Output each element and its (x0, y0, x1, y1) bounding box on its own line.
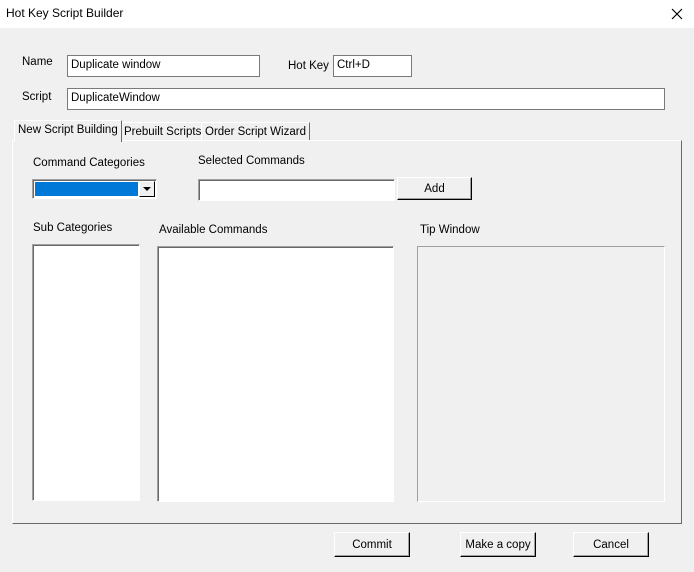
tab-prebuilt-scripts[interactable]: Prebuilt Scripts (120, 122, 206, 142)
close-icon (671, 8, 683, 20)
sub-categories-label: Sub Categories (33, 222, 113, 234)
script-field[interactable]: DuplicateWindow (67, 88, 665, 110)
command-categories-dropdown[interactable] (32, 179, 157, 199)
name-label: Name (22, 56, 53, 68)
tip-window (417, 246, 665, 502)
title-bar: Hot Key Script Builder (0, 0, 694, 28)
make-copy-button[interactable]: Make a copy (460, 532, 536, 557)
dropdown-button[interactable] (139, 181, 155, 197)
script-label: Script (22, 91, 52, 103)
close-button[interactable] (660, 0, 694, 28)
selected-commands-label: Selected Commands (198, 155, 305, 167)
window-title: Hot Key Script Builder (6, 6, 124, 20)
name-field[interactable]: Duplicate window (67, 55, 260, 77)
tab-order-script-wizard[interactable]: Order Script Wizard (201, 122, 310, 142)
command-categories-selection (35, 182, 138, 196)
command-categories-label: Command Categories (33, 157, 145, 169)
selected-commands-field[interactable] (198, 179, 395, 201)
available-commands-label: Available Commands (159, 224, 268, 236)
chevron-down-icon (143, 187, 151, 191)
available-commands-list[interactable] (157, 246, 394, 502)
tip-window-label: Tip Window (420, 224, 480, 236)
cancel-button[interactable]: Cancel (573, 532, 649, 557)
add-button[interactable]: Add (397, 177, 472, 200)
hotkey-label: Hot Key (288, 60, 329, 72)
hotkey-field[interactable]: Ctrl+D (333, 55, 412, 77)
sub-categories-list[interactable] (32, 244, 140, 501)
tab-new-script-building[interactable]: New Script Building (14, 120, 122, 142)
commit-button[interactable]: Commit (334, 532, 410, 557)
